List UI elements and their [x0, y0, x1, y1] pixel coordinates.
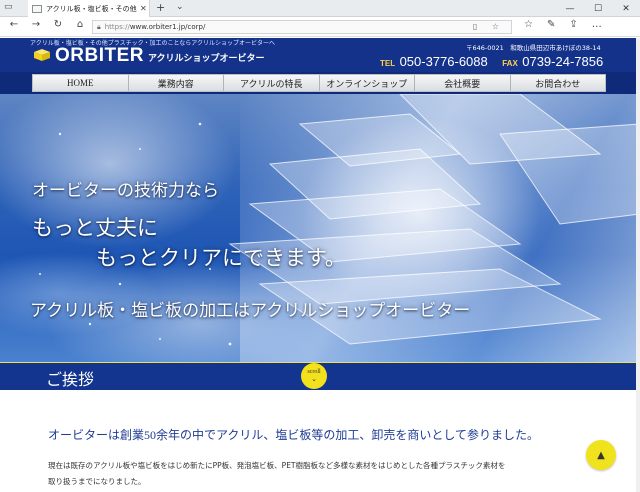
window-controls: — ☐ ✕: [556, 0, 640, 17]
scroll-button[interactable]: scroll ⌄: [301, 363, 327, 389]
section-title: ご挨拶: [46, 372, 95, 389]
more-icon[interactable]: …: [592, 19, 602, 30]
share-icon[interactable]: ⇪: [569, 19, 577, 30]
tel-number[interactable]: 050-3776-6088: [400, 54, 488, 69]
browser-toolbar: ☆ ✎ ⇪ …: [524, 19, 602, 30]
fax-label: FAX: [502, 59, 518, 68]
tab-title: アクリル板・塩ビ板・その他: [46, 4, 137, 13]
nav-item-contact[interactable]: お問合わせ: [511, 75, 606, 91]
hero-banner: オービターの技術力なら もっと丈夫に もっとクリアにできます。 アクリル板・塩ビ…: [0, 94, 640, 362]
nav-item-online-shop[interactable]: オンラインショップ: [320, 75, 415, 91]
site-logo[interactable]: ORBITER: [55, 45, 144, 67]
home-button[interactable]: ⌂: [72, 19, 88, 30]
nav-item-services[interactable]: 業務内容: [129, 75, 224, 91]
logo-cube-icon: [34, 49, 50, 61]
notes-icon[interactable]: ✎: [547, 19, 555, 30]
contact-phones: TEL 050-3776-6088 FAX 0739-24-7856: [380, 53, 613, 71]
tab-list-chevron-icon[interactable]: ⌄: [176, 2, 184, 12]
url-path: www.orbiter1.jp/corp/: [129, 23, 206, 31]
close-window-button[interactable]: ✕: [612, 0, 640, 17]
favorites-icon[interactable]: ☆: [524, 19, 533, 30]
greeting-content: オービターは創業50余年の中でアクリル、塩ビ板等の加工、卸売を商いとして参りまし…: [0, 390, 640, 492]
company-address: 〒646-0021 和歌山県田辺市あけぼの38-14: [466, 44, 601, 52]
new-tab-button[interactable]: +: [156, 1, 165, 14]
page-scrollbar[interactable]: [636, 38, 640, 492]
global-nav: HOME 業務内容 アクリルの特長 オンラインショップ 会社概要 お問合わせ: [0, 72, 640, 94]
address-bar[interactable]: 🔒︎ https://www.orbiter1.jp/corp/ ▯ ☆: [92, 20, 512, 34]
greeting-body-line-1: 現在は既存のアクリル板や塩ビ板をはじめ新たにPP板、発泡塩ビ板、PET樹脂板など…: [48, 461, 506, 470]
url-scheme: https://: [104, 23, 130, 31]
back-to-top-button[interactable]: ▲: [586, 440, 616, 470]
tel-label: TEL: [380, 59, 396, 68]
url-text: https://www.orbiter1.jp/corp/: [105, 23, 206, 31]
hero-line-3: もっとクリアにできます。: [96, 246, 346, 270]
arrow-up-icon: ▲: [597, 449, 605, 461]
fax-number: 0739-24-7856: [522, 54, 604, 69]
reading-view-icon[interactable]: ▯ ☆: [473, 22, 505, 31]
close-tab-icon[interactable]: ✕: [140, 4, 147, 13]
refresh-button[interactable]: ↻: [50, 19, 66, 30]
back-button[interactable]: ←: [6, 19, 22, 30]
site-logo-subtitle: アクリルショップオービター: [148, 54, 265, 64]
page-favicon-icon: [32, 4, 42, 13]
lock-icon: 🔒︎: [97, 22, 101, 31]
nav-item-company[interactable]: 会社概要: [415, 75, 511, 91]
chevron-down-icon: ⌄: [311, 375, 317, 383]
maximize-button[interactable]: ☐: [584, 0, 612, 17]
minimize-button[interactable]: —: [556, 0, 584, 17]
nav-item-features[interactable]: アクリルの特長: [224, 75, 320, 91]
greeting-body-line-2: 取り扱うまでになりました。: [48, 477, 146, 486]
browser-titlebar: ▭ アクリル板・塩ビ板・その他 ✕ + ⌄ — ☐ ✕: [0, 0, 640, 17]
global-nav-menu: HOME 業務内容 アクリルの特長 オンラインショップ 会社概要 お問合わせ: [32, 74, 606, 92]
tab-actions-icon[interactable]: ▭: [4, 2, 13, 12]
nav-item-home[interactable]: HOME: [33, 75, 129, 91]
hero-line-4: アクリル板・塩ビ板の加工はアクリルショップオービター: [30, 301, 471, 320]
greeting-lead: オービターは創業50余年の中でアクリル、塩ビ板等の加工、卸売を商いとして参りまし…: [48, 428, 540, 442]
hero-line-2: もっと丈夫に: [32, 216, 158, 240]
browser-navbar: ← → ↻ ⌂ 🔒︎ https://www.orbiter1.jp/corp/…: [0, 17, 640, 37]
forward-button[interactable]: →: [28, 19, 44, 30]
hero-line-1: オービターの技術力なら: [32, 181, 219, 200]
site-header: アクリル板・塩ビ板・その他プラスチック・加工のことならアクリルショップオービター…: [0, 38, 640, 72]
website: アクリル板・塩ビ板・その他プラスチック・加工のことならアクリルショップオービター…: [0, 38, 640, 492]
browser-tab[interactable]: アクリル板・塩ビ板・その他 ✕: [28, 0, 150, 17]
